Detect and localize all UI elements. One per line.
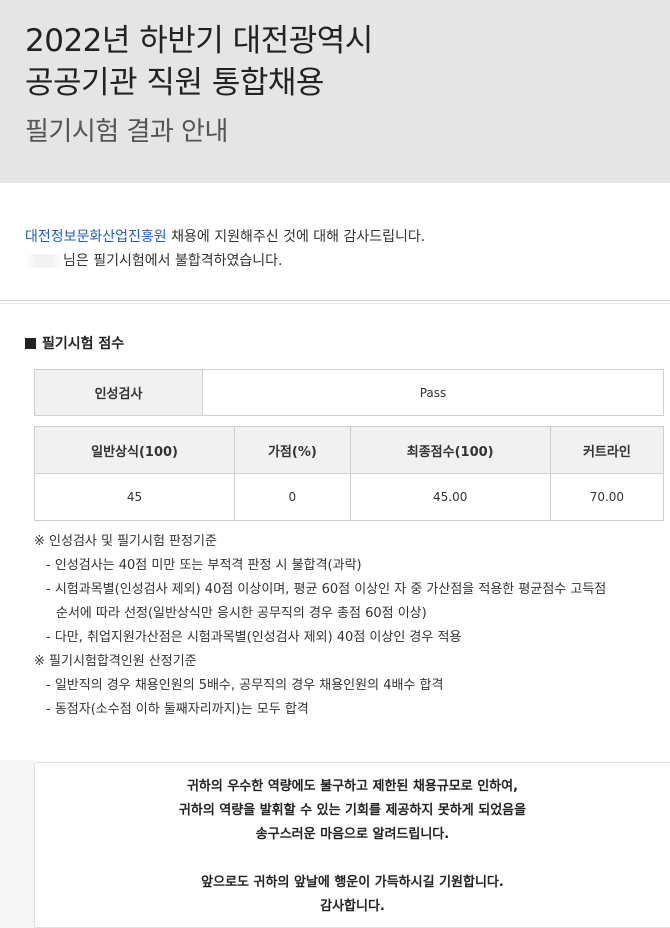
criteria1-item: 순서에 따라 선정(일반상식만 응시한 공무직의 경우 총점 60점 이상) [56,606,427,621]
table-header-row: 일반상식(100) 가점(%) 최종점수(100) 커트라인 [33,426,665,474]
cell-cutline: 70.00 [549,473,665,521]
page-title-line2: 공공기관 직원 통합채용 [25,65,324,101]
aptitude-value: Pass [202,369,664,416]
table-row: 인성검사 Pass [34,369,664,416]
page-title-line1: 2022년 하반기 대전광역시 [25,23,373,59]
intro-line1: 대전정보문화산업진흥원 채용에 지원해주신 것에 대해 감사드립니다. [25,225,645,249]
applicant-name-redacted [25,254,63,268]
score-section-title: 필기시험 점수 [25,334,670,354]
column-header-cutline: 커트라인 [549,426,665,474]
cell-final-score: 45.00 [349,473,551,521]
closing-line2: 귀하의 역량을 발휘할 수 있는 기회를 제공하지 못하게 되었음을 [178,803,527,818]
criteria-notes: ※ 인성검사 및 필기시험 판정기준 - 인성검사는 40점 미만 또는 부적격… [34,530,664,722]
criteria1-title: ※ 인성검사 및 필기시험 판정기준 [34,534,217,549]
criteria2-title: ※ 필기시험합격인원 산정기준 [34,654,197,669]
page-background-shade [0,760,34,928]
cell-general-score: 45 [33,473,236,521]
page-subtitle: 필기시험 결과 안내 [25,117,228,147]
criteria1-item: - 다만, 취업지원가산점은 시험과목별(인성검사 제외) 40점 이상인 경우… [46,630,462,645]
closing-line5: 감사합니다. [320,899,385,914]
intro-line2: 님은 필기시험에서 불합격하였습니다. [25,249,645,273]
column-header-general: 일반상식(100) [33,426,236,474]
page-header: 2022년 하반기 대전광역시 공공기관 직원 통합채용 필기시험 결과 안내 [0,0,670,183]
table-row: 45 0 45.00 70.00 [33,473,665,521]
aptitude-label: 인성검사 [34,369,203,416]
intro-message: 대전정보문화산업진흥원 채용에 지원해주신 것에 대해 감사드립니다. 님은 필… [0,183,670,300]
closing-line1: 귀하의 우수한 역량에도 불구하고 제한된 채용규모로 인하여, [186,779,519,794]
square-bullet-icon [25,338,36,349]
aptitude-table: 인성검사 Pass [34,369,664,416]
score-section: 필기시험 점수 [0,304,670,354]
criteria2-item: - 동점자(소수점 이하 둘째자리까지)는 모두 합격 [46,702,309,717]
cell-bonus: 0 [234,473,351,521]
column-header-bonus: 가점(%) [234,426,351,474]
intro-line1-text: 채용에 지원해주신 것에 대해 감사드립니다. [166,229,426,245]
score-table: 일반상식(100) 가점(%) 최종점수(100) 커트라인 45 0 45.0… [33,426,665,521]
closing-line3: 송구스러운 마음으로 알려드립니다. [255,827,450,842]
criteria1-item: - 인성검사는 40점 미만 또는 부적격 판정 시 불합격(과락) [46,558,362,573]
column-header-final: 최종점수(100) [349,426,551,474]
criteria2-item: - 일반직의 경우 채용인원의 5배수, 공무직의 경우 채용인원의 4배수 합… [46,678,444,693]
organization-name: 대전정보문화산업진흥원 [25,229,167,245]
score-section-title-text: 필기시험 점수 [42,336,125,352]
closing-message-box: 귀하의 우수한 역량에도 불구하고 제한된 채용규모로 인하여, 귀하의 역량을… [34,762,670,928]
criteria1-item: - 시험과목별(인성검사 제외) 40점 이상이며, 평균 60점 이상인 자 … [46,582,607,597]
closing-line4: 앞으로도 귀하의 앞날에 행운이 가득하시길 기원합니다. [201,875,504,890]
intro-line2-text: 님은 필기시험에서 불합격하였습니다. [63,253,283,269]
